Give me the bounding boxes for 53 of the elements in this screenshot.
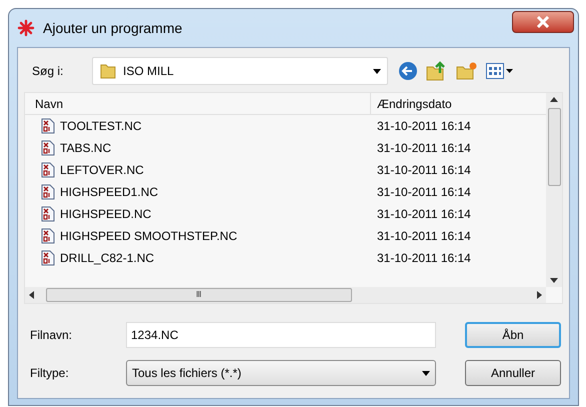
nc-file-icon: [41, 162, 55, 178]
nc-file-icon: [41, 206, 55, 222]
file-name[interactable]: TABS.NC: [60, 139, 112, 157]
dialog-button[interactable]: Annuller: [465, 360, 561, 386]
view-menu-button[interactable]: [486, 63, 513, 79]
caret-icon: [422, 370, 430, 376]
app-star-icon: [17, 19, 35, 37]
nc-file-icon: [41, 140, 55, 156]
caret-icon: [506, 69, 513, 73]
folder-icon: [99, 62, 117, 80]
file-name[interactable]: HIGHSPEED SMOOTHSTEP.NC: [60, 227, 238, 245]
new-folder-icon[interactable]: [456, 61, 478, 81]
nc-file-icon: [41, 250, 55, 266]
file-name[interactable]: TOOLTEST.NC: [60, 117, 142, 135]
dialog-button[interactable]: Åbn: [465, 322, 561, 348]
file-name-label: Filnavn:: [29, 327, 74, 344]
scroll-up-icon: [550, 97, 558, 102]
column-header[interactable]: Ændringsdato: [371, 93, 546, 114]
file-name[interactable]: HIGHSPEED.NC: [60, 205, 152, 223]
caret-icon: [373, 68, 381, 74]
look-in-label: Søg i:: [31, 63, 64, 80]
window-title: Ajouter un programme: [43, 18, 182, 38]
modified-date: 31-10-2011 16:14: [376, 184, 471, 201]
modified-date: 31-10-2011 16:14: [376, 250, 471, 267]
scroll-thumb[interactable]: [548, 108, 560, 186]
file-type-value: Tous les fichiers (*.*): [132, 365, 242, 382]
horizontal-scroll-thumb[interactable]: Ⅲ: [46, 288, 352, 302]
vertical-scrollbar[interactable]: [546, 93, 562, 287]
file-name[interactable]: LEFTOVER.NC: [60, 161, 144, 179]
close-button[interactable]: [512, 11, 574, 33]
file-type-label: Filtype:: [29, 365, 70, 382]
file-name-field[interactable]: 1234.NC: [126, 322, 436, 348]
back-icon[interactable]: [398, 61, 418, 81]
close-icon: [536, 16, 550, 28]
file-name[interactable]: HIGHSPEED1.NC: [60, 183, 158, 201]
column-header[interactable]: Navn: [25, 93, 371, 114]
nc-file-icon: [41, 228, 55, 244]
scroll-right-icon: [537, 291, 542, 299]
nc-file-icon: [41, 184, 55, 200]
scroll-left-icon: [29, 291, 34, 299]
look-in-value: ISO MILL: [123, 63, 175, 80]
look-in-dropdown[interactable]: ISO MILL: [92, 57, 388, 85]
horizontal-scrollbar[interactable]: Ⅲ: [25, 287, 546, 303]
modified-date: 31-10-2011 16:14: [376, 118, 471, 135]
modified-date: 31-10-2011 16:14: [376, 228, 471, 245]
nc-file-icon: [41, 118, 55, 134]
modified-date: 31-10-2011 16:14: [376, 162, 471, 179]
scroll-down-icon: [550, 278, 558, 283]
view-grid-icon: [486, 63, 504, 79]
file-type-dropdown[interactable]: Tous les fichiers (*.*): [126, 360, 436, 386]
modified-date: 31-10-2011 16:14: [376, 206, 471, 223]
modified-date: 31-10-2011 16:14: [376, 140, 471, 157]
file-name[interactable]: DRILL_C82-1.NC: [60, 249, 154, 267]
